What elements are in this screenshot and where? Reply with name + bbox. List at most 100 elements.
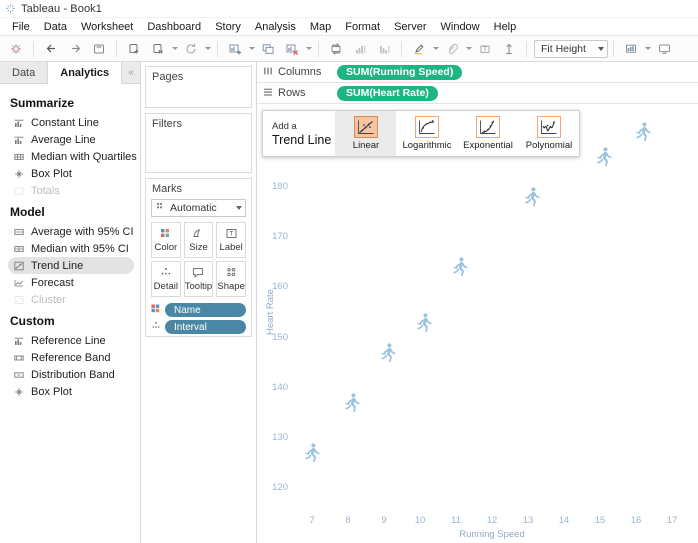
rows-shelf[interactable]: Rows SUM(Heart Rate) <box>257 83 698 104</box>
pages-card[interactable]: Pages <box>145 66 252 108</box>
menu-item-dashboard[interactable]: Dashboard <box>140 20 208 34</box>
marks-pill-name[interactable]: Name <box>165 303 246 317</box>
pane-tabs: Data Analytics « <box>0 62 140 84</box>
marks-button-color[interactable]: Color <box>151 222 181 258</box>
tab-data[interactable]: Data <box>0 62 48 83</box>
menu-item-story[interactable]: Story <box>208 20 248 34</box>
marks-button-detail[interactable]: Detail <box>151 261 181 297</box>
trend-option-linear[interactable]: Linear <box>335 111 396 156</box>
data-point-runner-mark[interactable] <box>304 443 321 463</box>
menu-item-format[interactable]: Format <box>338 20 387 34</box>
analytics-item-constant-line[interactable]: Constant Line <box>0 114 140 131</box>
menu-item-analysis[interactable]: Analysis <box>248 20 303 34</box>
analytics-item-box-plot-custom[interactable]: Box Plot <box>0 383 140 400</box>
add-trend-line-popup[interactable]: Add a Trend Line Linear Logarithmic <box>262 110 580 157</box>
fix-axes-icon[interactable] <box>497 38 521 60</box>
toolbar-separator <box>116 41 117 57</box>
sort-descending-icon[interactable] <box>372 38 396 60</box>
new-worksheet-dropdown[interactable] <box>247 38 256 60</box>
marks-button-shape[interactable]: Shape <box>216 261 246 297</box>
columns-pill-running-speed[interactable]: SUM(Running Speed) <box>337 65 462 80</box>
trend-option-polynomial[interactable]: Polynomial <box>518 111 579 156</box>
data-point-runner-mark[interactable] <box>452 257 469 277</box>
filters-title: Filters <box>146 114 251 132</box>
mark-type-dropdown[interactable]: Automatic <box>151 199 246 217</box>
data-point-runner-mark[interactable] <box>380 343 397 363</box>
toolbar-separator <box>217 41 218 57</box>
show-me-icon[interactable] <box>619 38 643 60</box>
menu-item-data[interactable]: Data <box>37 20 74 34</box>
average-ci-icon <box>14 227 24 237</box>
group-members-dropdown[interactable] <box>464 38 473 60</box>
undo-icon[interactable] <box>39 38 63 60</box>
filters-card[interactable]: Filters <box>145 113 252 173</box>
new-worksheet-icon[interactable] <box>223 38 247 60</box>
toolbar: T Fit Height <box>0 35 698 62</box>
columns-icon <box>263 66 273 79</box>
rows-pill-heart-rate[interactable]: SUM(Heart Rate) <box>337 86 438 101</box>
analytics-item-reference-line[interactable]: Reference Line <box>0 332 140 349</box>
totals-icon <box>14 186 24 196</box>
marks-button-size[interactable]: Size <box>184 222 214 258</box>
refresh-dropdown[interactable] <box>203 38 212 60</box>
analytics-item-label: Reference Line <box>31 335 106 347</box>
redo-icon[interactable] <box>63 38 87 60</box>
analytics-item-forecast[interactable]: Forecast <box>0 274 140 291</box>
menu-item-worksheet[interactable]: Worksheet <box>74 20 140 34</box>
data-point-runner-mark[interactable] <box>635 122 652 142</box>
pane-collapse-button[interactable]: « <box>122 62 140 83</box>
analytics-item-median-with-quartiles[interactable]: Median with Quartiles <box>0 148 140 165</box>
new-data-source-icon[interactable] <box>122 38 146 60</box>
analytics-item-reference-band[interactable]: Reference Band <box>0 349 140 366</box>
tableau-home-icon[interactable] <box>4 38 28 60</box>
menu-item-map[interactable]: Map <box>303 20 338 34</box>
save-icon[interactable] <box>87 38 111 60</box>
marks-button-tooltip[interactable]: Tooltip <box>184 261 214 297</box>
menu-item-file[interactable]: File <box>5 20 37 34</box>
highlight-dropdown[interactable] <box>431 38 440 60</box>
group-members-icon[interactable] <box>440 38 464 60</box>
columns-shelf-dropzone[interactable]: SUM(Running Speed) <box>333 62 698 82</box>
sort-ascending-icon[interactable] <box>348 38 372 60</box>
marks-button-label[interactable]: T Label <box>216 222 246 258</box>
show-me-dropdown[interactable] <box>643 38 652 60</box>
trend-option-logarithmic[interactable]: Logarithmic <box>396 111 457 156</box>
analytics-item-label: Reference Band <box>31 352 111 364</box>
columns-shelf[interactable]: Columns SUM(Running Speed) <box>257 62 698 83</box>
box-plot-icon <box>14 387 24 397</box>
clear-sheet-icon[interactable] <box>280 38 304 60</box>
trend-option-exponential[interactable]: Exponential <box>457 111 518 156</box>
analytics-item-box-plot[interactable]: Box Plot <box>0 165 140 182</box>
tab-analytics[interactable]: Analytics <box>48 62 122 84</box>
menu-item-help[interactable]: Help <box>487 20 524 34</box>
highlight-icon[interactable] <box>407 38 431 60</box>
analytics-item-average-line[interactable]: Average Line <box>0 131 140 148</box>
data-point-runner-mark[interactable] <box>416 313 433 333</box>
data-point-runner-mark[interactable] <box>596 147 613 167</box>
analytics-item-trend-line[interactable]: Trend Line <box>0 257 140 274</box>
presentation-mode-icon[interactable] <box>652 38 676 60</box>
clear-sheet-dropdown[interactable] <box>304 38 313 60</box>
swap-rows-columns-icon[interactable] <box>324 38 348 60</box>
fit-dropdown[interactable]: Fit Height <box>534 40 608 58</box>
data-point-runner-mark[interactable] <box>524 187 541 207</box>
pause-auto-updates-icon[interactable] <box>146 38 170 60</box>
trend-popup-line2: Trend Line <box>272 133 335 147</box>
chart-canvas[interactable]: 1201301401501601701801907891011121314151… <box>257 104 698 543</box>
analytics-item-distribution-band[interactable]: Distribution Band <box>0 366 140 383</box>
show-mark-labels-icon[interactable]: T <box>473 38 497 60</box>
pause-auto-updates-dropdown[interactable] <box>170 38 179 60</box>
analytics-item-label: Median with Quartiles <box>31 151 137 163</box>
median-quartiles-icon <box>14 152 24 162</box>
menu-item-server[interactable]: Server <box>387 20 433 34</box>
marks-pill-interval[interactable]: Interval <box>165 320 246 334</box>
rows-shelf-dropzone[interactable]: SUM(Heart Rate) <box>333 83 698 103</box>
color-icon <box>151 304 161 316</box>
analytics-item-average-with-95-ci[interactable]: Average with 95% CI <box>0 223 140 240</box>
marks-card: Marks Automatic Color Size T <box>145 178 252 337</box>
data-point-runner-mark[interactable] <box>344 393 361 413</box>
refresh-data-source-icon[interactable] <box>179 38 203 60</box>
duplicate-sheet-icon[interactable] <box>256 38 280 60</box>
analytics-item-median-with-95-ci[interactable]: Median with 95% CI <box>0 240 140 257</box>
menu-item-window[interactable]: Window <box>434 20 487 34</box>
